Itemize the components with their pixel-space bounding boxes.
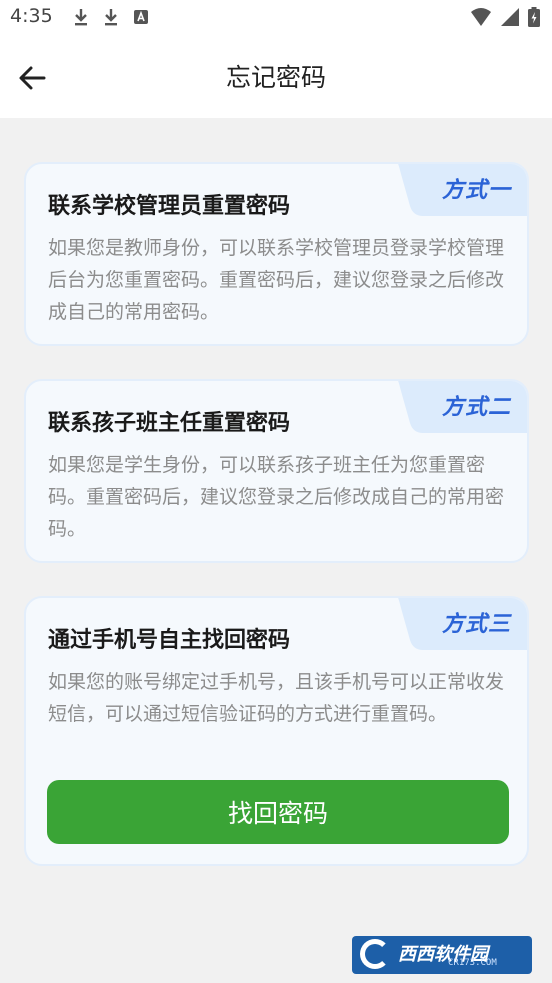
download-icon	[75, 9, 87, 26]
find-password-button[interactable]: 找回密码	[47, 780, 509, 844]
method-title: 联系孩子班主任重置密码	[48, 411, 291, 436]
a-icon	[134, 10, 148, 24]
method-tag-label: 方式三	[441, 612, 511, 637]
status-time: 4:35	[10, 5, 53, 27]
method-card-2: 方式二 联系孩子班主任重置密码 如果您是学生身份，可以联系孩子班主任为您重置密码…	[24, 379, 529, 563]
method-card-3: 方式三 通过手机号自主找回密码 如果您的账号绑定过手机号，且该手机号可以正常收发…	[24, 596, 529, 866]
method-description: 如果您是教师身份，可以联系学校管理员登录学校管理后台为您重置密码。重置密码后，建…	[48, 237, 505, 323]
method-tag-label: 方式二	[441, 395, 511, 420]
page-title: 忘记密码	[225, 63, 326, 92]
method-card-1: 方式一 联系学校管理员重置密码 如果您是教师身份，可以联系学校管理员登录学校管理…	[24, 162, 529, 346]
method-tag-label: 方式一	[441, 178, 511, 203]
status-bar: 4:35	[0, 0, 552, 34]
method-tag-2: 方式二	[397, 381, 527, 433]
method-title: 联系学校管理员重置密码	[48, 194, 291, 219]
method-description: 如果您的账号绑定过手机号，且该手机号可以正常收发短信，可以通过短信验证码的方式进…	[48, 671, 505, 725]
method-description: 如果您是学生身份，可以联系孩子班主任为您重置密码。重置密码后，建议您登录之后修改…	[48, 454, 505, 540]
wifi-icon	[471, 8, 491, 26]
method-tag-1: 方式一	[397, 164, 527, 216]
method-title: 通过手机号自主找回密码	[48, 628, 291, 653]
logo-c-icon	[360, 939, 390, 969]
app-bar: 忘记密码	[0, 34, 552, 118]
method-tag-3: 方式三	[397, 598, 527, 650]
signal-icon	[501, 8, 519, 26]
download-icon	[105, 9, 117, 26]
watermark-sub: CR173.COM	[448, 958, 497, 968]
watermark-logo: 西西软件园 CR173.COM	[352, 936, 532, 974]
battery-icon	[528, 7, 540, 27]
